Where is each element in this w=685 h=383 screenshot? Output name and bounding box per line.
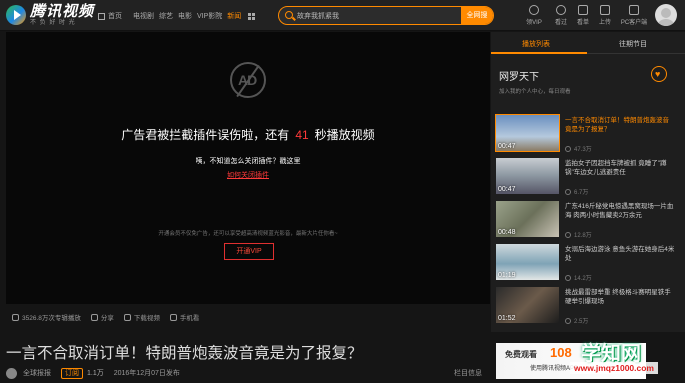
favorite-heart-icon[interactable]	[651, 66, 667, 82]
playlist-title: 网罗天下	[499, 72, 539, 83]
logo-play-icon	[6, 5, 26, 25]
countdown: 41	[295, 128, 309, 142]
channel-name[interactable]: 全球报报	[23, 368, 51, 378]
ad-blocked-icon: AD	[230, 62, 266, 98]
item-title: 一言不合取消订单！特朗普炮轰波音竟是为了报复？	[565, 117, 669, 133]
play-icon	[565, 145, 571, 152]
playlist-description: 加入我的个人中心，每日观看	[499, 89, 571, 95]
download-icon	[123, 313, 131, 321]
channel-avatar[interactable]	[6, 367, 17, 379]
history-button[interactable]: 看过	[550, 5, 572, 26]
subscribe-button[interactable]: 订阅	[61, 367, 83, 379]
item-view-count: 47.3万	[565, 144, 592, 153]
ad-blocked-message: 广告君被拦截插件误伤啦，还有 41 秒播放视频	[121, 128, 375, 142]
play-icon	[565, 188, 571, 195]
how-to-disable-plugin-link[interactable]: 如何关闭插件	[6, 170, 490, 180]
vip-button[interactable]: 领VIP	[523, 5, 545, 26]
clock-icon	[556, 5, 566, 15]
monitor-icon	[629, 5, 639, 15]
video-title: 一言不合取消订单！特朗普炮轰波音竟是为了报复？	[6, 345, 363, 362]
playlist-item[interactable]: 00:48 广东416斤秘党电惊遇黑窝现场一片血海 肉两小时售藏卖2万余元 12…	[496, 201, 676, 241]
item-title: 广东416斤秘党电惊遇黑窝现场一片血海 肉两小时售藏卖2万余元	[565, 203, 674, 219]
playlist-item[interactable]: 01:19 女溺后海边游泳 意鱼头游在她身后4米处 14.2万	[496, 244, 676, 284]
nav-home[interactable]: 首页	[108, 11, 122, 21]
video-actions-bar: 3526.8万次专辑播放 分享 下载视频 手机看	[6, 308, 490, 326]
item-title: 挑战最雷部举重 终极格斗赛明星铁手硬举引爆现场	[565, 289, 671, 305]
vip-icon	[529, 5, 539, 15]
sidebar-tabs: 播放列表 往期节目	[491, 32, 685, 54]
tab-playlist[interactable]: 播放列表	[522, 39, 550, 49]
nav-variety[interactable]: 综艺	[159, 11, 173, 21]
publish-date: 2016年12月07日发布	[113, 370, 180, 377]
home-icon	[98, 12, 105, 20]
playlist-item[interactable]: 00:47 一言不合取消订单！特朗普炮轰波音竟是为了报复？ 47.3万	[495, 114, 676, 155]
brand-slogan: 不 负 好 时 光	[30, 20, 76, 26]
play-icon	[565, 274, 571, 281]
open-vip-button[interactable]: 开通VIP	[224, 243, 274, 260]
thumbnail: 01:19	[496, 244, 559, 280]
item-view-count: 6.7万	[565, 187, 588, 196]
playlist-item[interactable]: 01:52 挑战最雷部举重 终极格斗赛明星铁手硬举引爆现场 2.5万	[496, 287, 676, 327]
share-button[interactable]: 分享	[90, 312, 114, 322]
thumbnail: 01:52	[496, 287, 559, 323]
list-icon	[578, 5, 588, 15]
play-count: 3526.8万次专辑播放	[12, 312, 81, 322]
item-view-count: 12.8万	[565, 230, 592, 239]
tencent-video-logo[interactable]: 腾讯视频 不 负 好 时 光	[6, 4, 94, 26]
playlist-item[interactable]: 00:47 监拍女子因超挡车牌被抓 竟睡了"蹲锅"车边女儿逃避责任 6.7万	[496, 158, 676, 198]
watchlist-button[interactable]: 看单	[572, 5, 594, 26]
subscriber-count: 1.1万	[87, 370, 104, 377]
search-input[interactable]: 故弃我抓紧我	[297, 11, 339, 21]
play-icon	[565, 317, 571, 324]
vip-note: 开通会员不仅免广告，还可以享受超高清视频蓝光影音，最新大片任你看~	[158, 231, 338, 237]
column-info-link[interactable]: 栏目信息	[454, 368, 482, 378]
more-grid-icon[interactable]	[248, 12, 256, 20]
item-view-count: 2.5万	[565, 316, 588, 325]
upload-icon	[600, 5, 610, 15]
nav-movie[interactable]: 电影	[178, 11, 192, 21]
active-tab-indicator	[491, 52, 587, 54]
thumbnail: 00:48	[496, 201, 559, 237]
tab-past-episodes[interactable]: 往期节目	[619, 39, 647, 49]
play-icon	[565, 231, 571, 238]
download-button[interactable]: 下载视频	[123, 312, 160, 322]
nav-tv[interactable]: 电视剧	[133, 11, 154, 21]
thumbnail: 00:47	[495, 114, 560, 152]
top-bar: 腾讯视频 不 负 好 时 光 首页 电视剧 综艺 电影 VIP影院 新闻 故弃我…	[0, 0, 685, 31]
avatar[interactable]	[655, 4, 677, 26]
main-nav: 首页 电视剧 综艺 电影 VIP影院 新闻	[98, 11, 256, 21]
share-icon	[90, 313, 98, 321]
nav-news[interactable]: 新闻	[227, 11, 241, 21]
search-button[interactable]: 全网搜	[461, 7, 493, 24]
item-title: 女溺后海边游泳 意鱼头游在她身后4米处	[565, 246, 675, 262]
brand-name: 腾讯视频	[30, 3, 95, 20]
play-count-icon	[12, 313, 19, 321]
video-player[interactable]: AD 广告君被拦截插件误伤啦，还有 41 秒播放视频 咦，不知道怎么关闭插件？戳这里…	[6, 32, 490, 304]
phone-icon	[169, 313, 177, 321]
item-title: 监拍女子因超挡车牌被抓 竟睡了"蹲锅"车边女儿逃避责任	[565, 160, 667, 176]
video-meta: 全球报报 订阅 1.1万 2016年12月07日发布 栏目信息	[6, 366, 490, 380]
nav-vip[interactable]: VIP影院	[197, 11, 222, 21]
search-icon	[285, 11, 293, 19]
watermark: 学知网 www.jmqz1000.com	[559, 337, 683, 381]
plugin-question: 咦，不知道怎么关闭插件？戳这里	[195, 158, 301, 165]
upload-button[interactable]: 上传	[594, 5, 616, 26]
phone-watch-button[interactable]: 手机看	[169, 312, 199, 322]
thumbnail: 00:47	[496, 158, 559, 194]
pc-client-button[interactable]: PC客户端	[618, 5, 650, 26]
item-view-count: 14.2万	[565, 273, 592, 282]
playlist-sidebar: 播放列表 往期节目 网罗天下 加入我的个人中心，每日观看 00:47 一言不合取…	[491, 32, 685, 332]
search-box[interactable]: 故弃我抓紧我 全网搜	[278, 6, 494, 25]
